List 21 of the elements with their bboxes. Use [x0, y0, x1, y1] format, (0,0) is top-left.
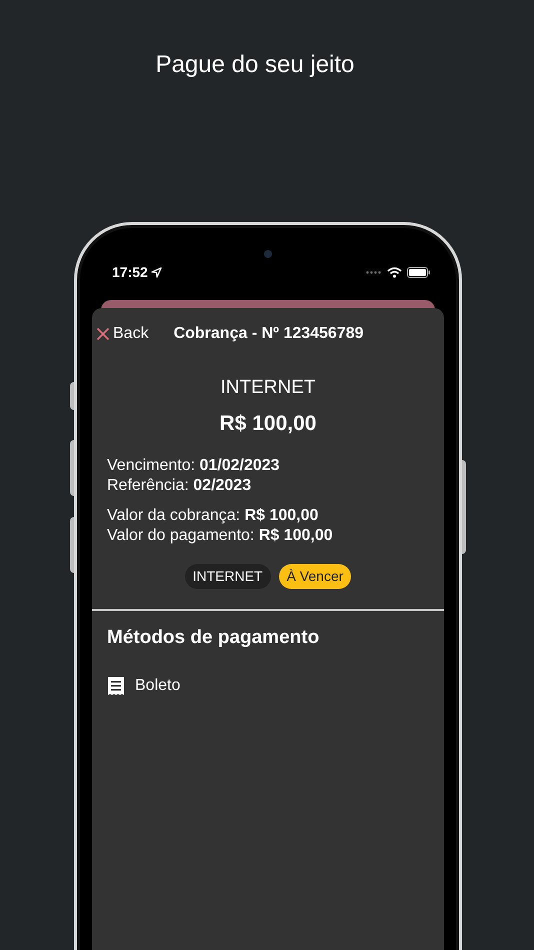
nav-title: Cobrança - Nº 123456789 — [174, 324, 364, 344]
battery-icon — [407, 266, 431, 278]
payment-method-item[interactable]: Boleto — [107, 674, 429, 698]
detail-line: Vencimento: 01/02/2023 — [107, 456, 281, 476]
headline: Pague do seu jeito — [156, 50, 354, 80]
location-arrow-icon — [150, 266, 162, 278]
back-button[interactable]: Back — [96, 322, 149, 346]
status-time: 17:52 — [112, 262, 148, 282]
detail-line: Valor da cobrança: R$ 100,00 — [107, 506, 320, 526]
signal-dots-icon — [366, 270, 382, 274]
detail-line: Valor do pagamento: R$ 100,00 — [107, 526, 334, 546]
receipt-icon — [107, 676, 125, 696]
section-title: Métodos de pagamento — [106, 626, 320, 650]
category-tag: INTERNET — [184, 564, 271, 589]
bill-category: INTERNET — [220, 376, 316, 400]
close-icon — [96, 327, 110, 341]
wifi-icon — [387, 266, 402, 278]
detail-line: Referência: 02/2023 — [107, 476, 252, 496]
status-tag: À Vencer — [278, 564, 352, 589]
bill-amount: R$ 100,00 — [220, 411, 316, 437]
camera-icon — [264, 250, 272, 258]
